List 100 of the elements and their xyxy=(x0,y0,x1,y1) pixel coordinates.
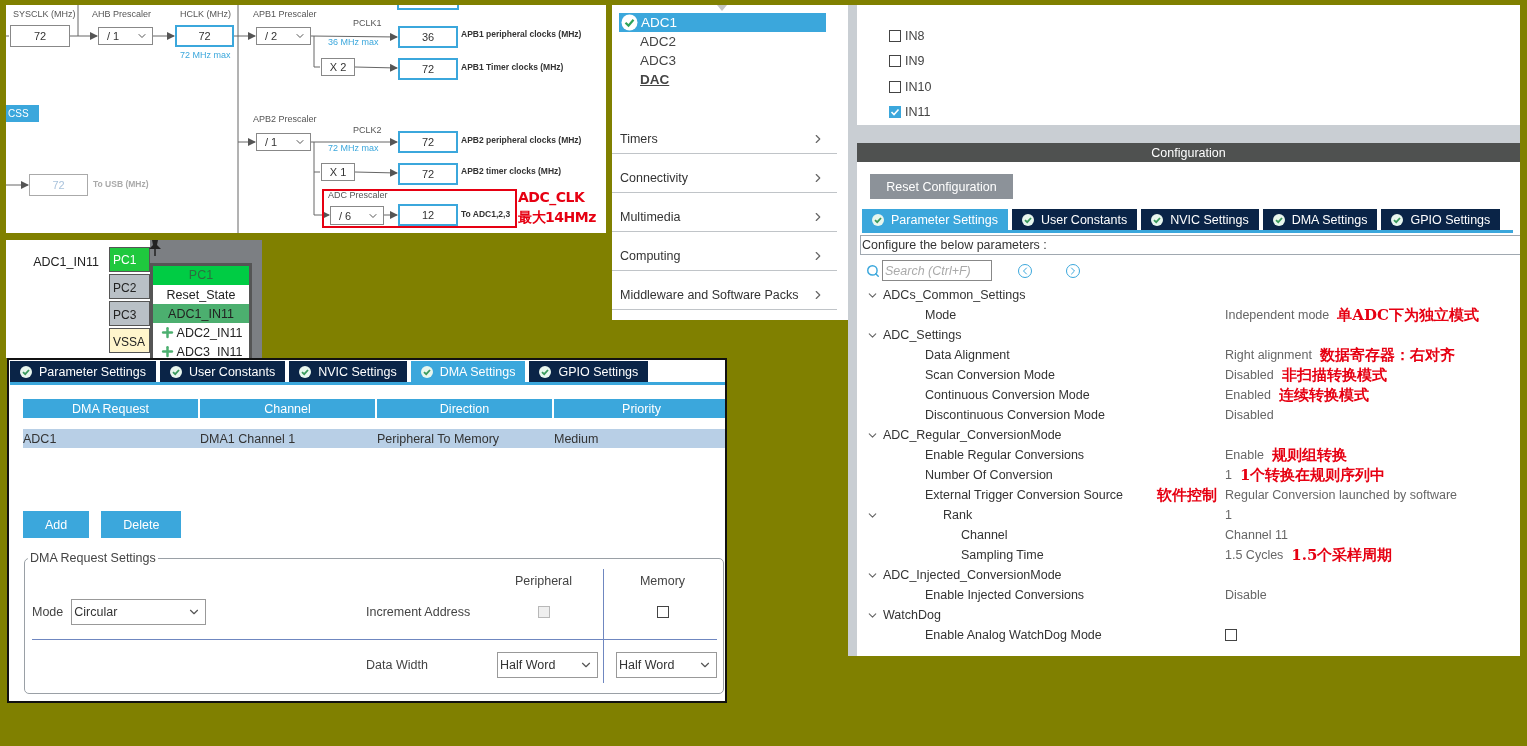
width-dropdown[interactable]: Half Word xyxy=(497,652,598,678)
limit-note: 72 MHz max xyxy=(328,143,379,154)
parameter-label: Enable Regular Conversions xyxy=(925,448,1085,462)
width-dropdown[interactable]: Half Word xyxy=(616,652,717,678)
channel-label: IN10 xyxy=(905,79,932,94)
parameter-value: 1 xyxy=(1225,508,1232,522)
limit-note: 72 MHz max xyxy=(180,50,231,61)
table-cell-text: DMA1 Channel 1 xyxy=(200,430,297,448)
clock-label: HCLK (MHz) xyxy=(180,9,231,20)
clock-label: APB1 Prescaler xyxy=(253,9,317,20)
annotation-text: 非扫描转换模式 xyxy=(1281,365,1387,385)
annotation-text: 数据寄存器：右对齐 xyxy=(1319,345,1455,365)
group-label: Rank xyxy=(943,508,973,522)
check-icon xyxy=(621,14,638,31)
parameter-value: Disable xyxy=(1225,588,1267,602)
checkbox[interactable] xyxy=(889,80,901,93)
clock-label: PCLK1 xyxy=(353,18,382,29)
menu-item[interactable]: ADC1_IN11 xyxy=(153,304,249,323)
column-header: Channel xyxy=(200,399,375,418)
plus-icon xyxy=(159,325,175,340)
tab[interactable]: NVIC Settings xyxy=(289,361,407,382)
checkbox[interactable] xyxy=(889,55,901,68)
pin[interactable]: PC2 xyxy=(109,274,150,299)
tab[interactable]: Parameter Settings xyxy=(10,361,156,382)
tab[interactable]: User Constants xyxy=(1012,209,1138,230)
annotation-text: ADC_CLK xyxy=(518,189,585,206)
checkbox[interactable] xyxy=(1225,629,1237,641)
menu-title: PC1 xyxy=(153,266,249,285)
table-cell-text: Peripheral To Memory xyxy=(377,430,501,448)
mode-dropdown[interactable]: Circular xyxy=(71,599,207,625)
frequency-value: X 1 xyxy=(321,163,355,181)
check-icon xyxy=(872,213,884,226)
category-item[interactable]: Timers xyxy=(612,115,837,154)
peripheral-item[interactable]: ADC3 xyxy=(619,51,826,70)
category-item[interactable]: Connectivity xyxy=(612,154,837,193)
parameter-label: Enable Analog WatchDog Mode xyxy=(925,628,1102,642)
output-label: APB1 peripheral clocks (MHz) xyxy=(461,29,582,40)
frequency-value: X 2 xyxy=(321,58,355,76)
prescaler-dropdown[interactable]: / 6 xyxy=(330,206,384,225)
frequency-value: 72 xyxy=(175,25,234,47)
field-label: Increment Address xyxy=(366,605,471,619)
group-title: DMA Request Settings xyxy=(29,551,157,565)
parameter-value: Regular Conversion launched by software xyxy=(1225,488,1458,502)
parameter-value: Disabled xyxy=(1225,408,1274,422)
checkbox[interactable] xyxy=(889,29,901,42)
output-label: To ADC1,2,3 xyxy=(461,209,511,220)
peripheral-item[interactable]: DAC xyxy=(619,70,826,89)
caret-icon xyxy=(717,5,727,11)
check-icon xyxy=(170,365,182,378)
check-icon xyxy=(1151,213,1164,226)
prescaler-dropdown[interactable]: / 1 xyxy=(98,27,153,45)
check-icon xyxy=(299,365,312,378)
frequency-value: 72 xyxy=(398,58,458,80)
clock-label: AHB Prescaler xyxy=(92,9,152,20)
peripheral-item[interactable]: ADC2 xyxy=(619,32,826,51)
category-item[interactable]: Middleware and Software Packs xyxy=(612,271,837,310)
hint-text: Configure the below parameters : xyxy=(862,238,1047,252)
check-icon xyxy=(1022,213,1034,226)
channel-label: IN9 xyxy=(905,54,925,69)
prescaler-dropdown[interactable]: / 1 xyxy=(256,133,311,151)
pin[interactable]: PC3 xyxy=(109,301,150,326)
tab[interactable]: GPIO Settings xyxy=(1381,209,1501,230)
prescaler-dropdown[interactable]: / 2 xyxy=(256,27,311,45)
channel-label: IN8 xyxy=(905,28,925,43)
checkbox[interactable] xyxy=(889,106,901,119)
tab[interactable]: GPIO Settings xyxy=(529,361,649,382)
frequency-value: 72 xyxy=(10,25,70,47)
tab[interactable]: DMA Settings xyxy=(1262,209,1378,230)
annotation-text: 最大14HMz xyxy=(518,209,596,226)
checkbox[interactable] xyxy=(656,606,669,618)
group-label: ADC_Regular_ConversionMode xyxy=(883,428,1062,442)
output-label: APB2 timer clocks (MHz) xyxy=(461,166,562,177)
column-label: Memory xyxy=(639,574,686,588)
channel-label: IN11 xyxy=(905,105,931,120)
category-item[interactable]: Computing xyxy=(612,232,837,271)
limit-note: 36 MHz max xyxy=(328,37,379,48)
frequency-value: 72 xyxy=(398,131,458,153)
output-label: APB2 peripheral clocks (MHz) xyxy=(461,135,582,146)
parameter-value: Disabled xyxy=(1225,368,1274,382)
annotation-text: 1个转换在规则序列中 xyxy=(1239,465,1386,485)
category-item[interactable]: Multimedia xyxy=(612,193,837,232)
pin[interactable]: VSSA xyxy=(109,328,150,353)
annotation-text: 软件控制 xyxy=(1157,485,1217,505)
table-cell-text: Medium xyxy=(554,430,600,448)
annotation-text: 规则组转换 xyxy=(1271,445,1347,465)
check-icon xyxy=(1391,213,1404,226)
parameter-label: Sampling Time xyxy=(961,548,1044,562)
parameter-label: Channel xyxy=(961,528,1008,542)
tab[interactable]: User Constants xyxy=(160,361,286,382)
tab[interactable]: NVIC Settings xyxy=(1141,209,1259,230)
field-label: Data Width xyxy=(366,658,428,672)
parameter-value: 1 xyxy=(1225,468,1232,482)
table-row[interactable]: ADC1 DMA1 Channel 1 Peripheral To Memory Medium xyxy=(23,429,725,448)
clock-label: PCLK2 xyxy=(353,125,382,136)
parameter-label: Data Alignment xyxy=(925,348,1010,362)
column-label: Peripheral xyxy=(515,574,572,588)
parameter-value: Channel 11 xyxy=(1225,528,1288,542)
parameter-value: Independent mode xyxy=(1225,308,1330,322)
search-field[interactable]: Search (Ctrl+F) xyxy=(882,260,992,281)
plus-icon xyxy=(159,344,175,358)
